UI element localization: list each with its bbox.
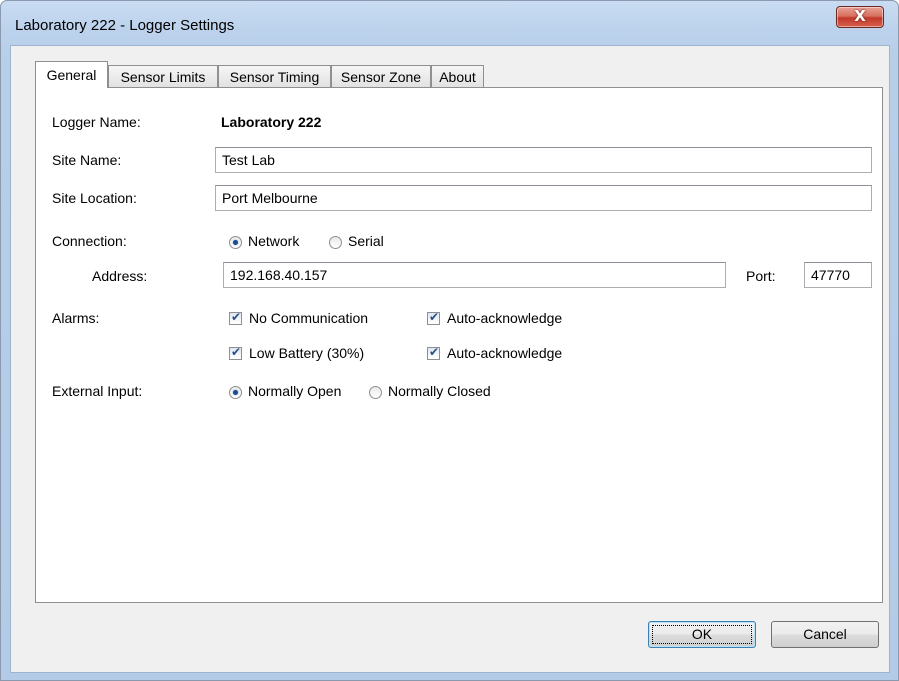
dialog-window: Laboratory 222 - Logger Settings X Gener… (0, 0, 899, 681)
address-label: Address: (92, 268, 148, 284)
check-mark-icon: ✔ (231, 345, 242, 359)
no-communication-auto-ack-checkbox[interactable]: ✔ (427, 310, 440, 325)
external-input-label: External Input: (52, 383, 143, 399)
normally-open-radio[interactable] (229, 386, 242, 399)
close-button[interactable]: X (836, 6, 884, 28)
serial-radio-label[interactable]: Serial (348, 233, 384, 249)
normally-closed-radio[interactable] (369, 386, 382, 399)
port-input[interactable]: 47770 (804, 262, 872, 288)
low-battery-auto-ack-checkbox[interactable]: ✔ (427, 345, 440, 360)
ok-button[interactable]: OK (648, 621, 756, 648)
logger-name-label: Logger Name: (52, 114, 141, 130)
general-tab-panel: Logger Name: Laboratory 222 Site Name: T… (35, 87, 883, 603)
cancel-button[interactable]: Cancel (771, 621, 879, 648)
normally-open-label[interactable]: Normally Open (248, 383, 341, 399)
window-title: Laboratory 222 - Logger Settings (15, 17, 235, 34)
close-icon: X (854, 7, 866, 25)
tab-about[interactable]: About (431, 65, 484, 87)
low-battery-label[interactable]: Low Battery (30%) (249, 345, 364, 361)
check-mark-icon: ✔ (429, 310, 440, 324)
site-name-input[interactable]: Test Lab (215, 147, 872, 173)
title-bar[interactable]: Laboratory 222 - Logger Settings X (1, 1, 898, 45)
tab-sensor-limits[interactable]: Sensor Limits (108, 65, 218, 87)
tab-general[interactable]: General (35, 61, 108, 88)
tab-sensor-zone[interactable]: Sensor Zone (331, 65, 431, 87)
logger-name-value: Laboratory 222 (221, 114, 322, 130)
site-location-input[interactable]: Port Melbourne (215, 185, 872, 211)
port-label: Port: (746, 268, 776, 284)
tab-sensor-timing[interactable]: Sensor Timing (218, 65, 331, 87)
check-mark-icon: ✔ (429, 345, 440, 359)
dialog-client-area: General Sensor Limits Sensor Timing Sens… (10, 45, 890, 673)
no-communication-auto-ack-label[interactable]: Auto-acknowledge (447, 310, 562, 326)
connection-label: Connection: (52, 233, 127, 249)
address-input[interactable]: 192.168.40.157 (223, 262, 726, 288)
normally-closed-label[interactable]: Normally Closed (388, 383, 491, 399)
network-radio-label[interactable]: Network (248, 233, 299, 249)
site-location-label: Site Location: (52, 190, 137, 206)
check-mark-icon: ✔ (231, 310, 242, 324)
no-communication-checkbox[interactable]: ✔ (229, 310, 242, 325)
site-name-label: Site Name: (52, 152, 122, 168)
focus-rectangle (652, 625, 752, 644)
low-battery-auto-ack-label[interactable]: Auto-acknowledge (447, 345, 562, 361)
alarms-label: Alarms: (52, 310, 100, 326)
low-battery-checkbox[interactable]: ✔ (229, 345, 242, 360)
network-radio[interactable] (229, 236, 242, 249)
no-communication-label[interactable]: No Communication (249, 310, 368, 326)
serial-radio[interactable] (329, 236, 342, 249)
